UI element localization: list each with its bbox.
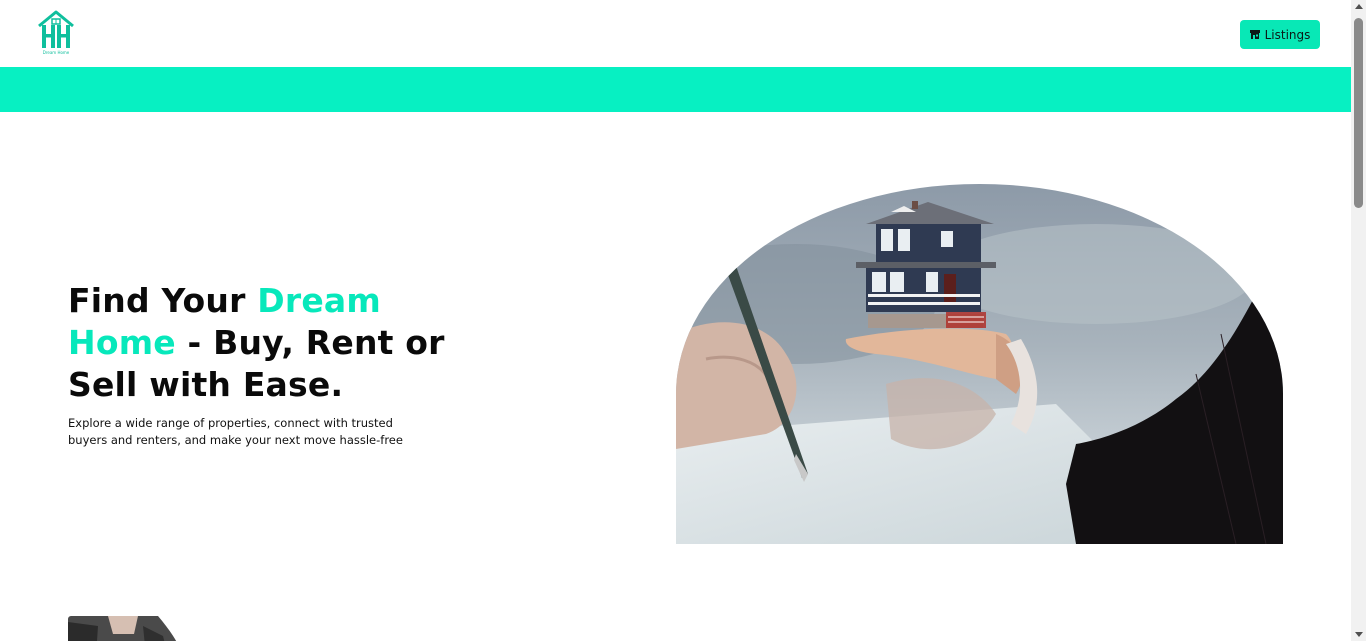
logo-text: Dream Home <box>42 50 70 55</box>
logo[interactable]: Dream Home <box>36 10 76 56</box>
agent-photo-image <box>68 616 188 641</box>
hero-title-part1: Find Your <box>68 281 258 320</box>
listings-button-label: Listings <box>1264 27 1311 42</box>
nav-banner-bar <box>0 67 1351 112</box>
store-icon <box>1249 30 1260 39</box>
scrollbar-thumb[interactable] <box>1354 18 1363 208</box>
hero-image <box>676 184 1283 544</box>
scroll-down-icon[interactable] <box>1355 632 1363 637</box>
hero-subtitle: Explore a wide range of properties, conn… <box>68 416 403 447</box>
page: Dream Home Listings Find Your Dream Home… <box>0 0 1351 641</box>
house-hh-logo-icon <box>38 10 74 48</box>
page-scrollbar[interactable] <box>1351 0 1366 641</box>
scroll-up-icon[interactable] <box>1355 4 1363 9</box>
hero-title: Find Your Dream Home - Buy, Rent or Sell… <box>68 280 468 406</box>
listings-button[interactable]: Listings <box>1240 20 1320 49</box>
agent-photo <box>68 616 188 641</box>
header: Dream Home Listings <box>0 0 1351 67</box>
hand-holding-house-image <box>676 184 1283 544</box>
